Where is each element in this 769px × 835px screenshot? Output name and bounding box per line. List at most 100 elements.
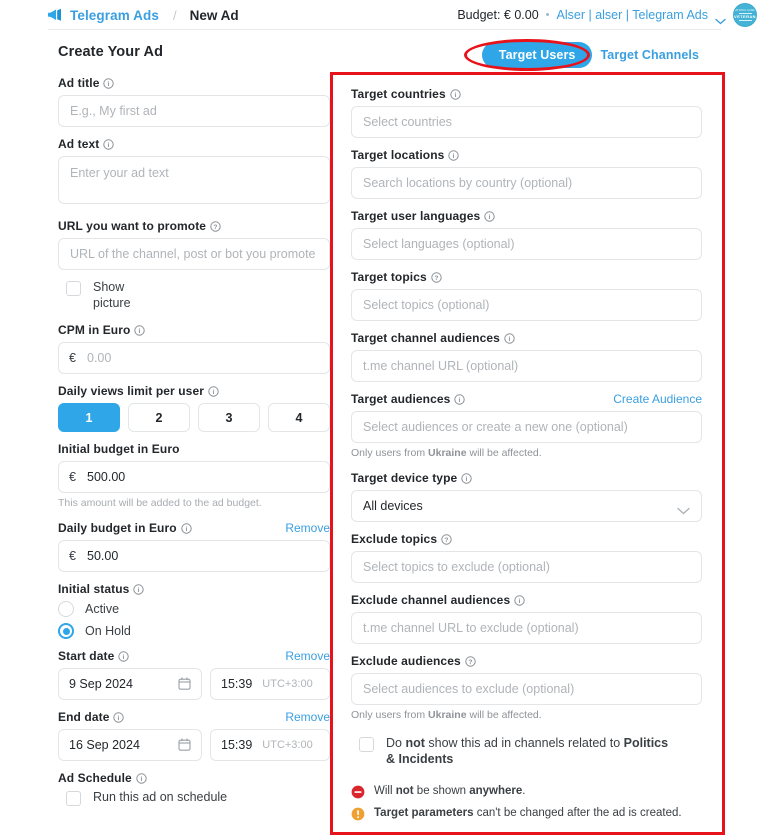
status-option-active[interactable]: Active bbox=[58, 600, 330, 617]
help-icon[interactable]: i bbox=[136, 773, 147, 784]
help-icon[interactable]: i bbox=[134, 325, 146, 336]
help-icon[interactable]: i bbox=[180, 523, 192, 534]
field-target-channel-audiences: Target channel audiences i bbox=[351, 331, 702, 382]
end-timezone-value: UTC+3:00 bbox=[262, 738, 313, 751]
radio-active-label: Active bbox=[85, 601, 120, 616]
svg-text:i: i bbox=[185, 526, 187, 533]
target-countries-input[interactable] bbox=[351, 106, 702, 138]
daily-views-segmented-control[interactable]: 1 2 3 4 bbox=[58, 403, 330, 433]
field-end-date: End date i Remove 16 Sep 2024 15:39 UTC+… bbox=[58, 710, 330, 761]
field-ad-schedule: Ad Schedule i Run this ad on schedule bbox=[58, 771, 330, 806]
notice0-bold2: anywhere bbox=[469, 784, 523, 797]
promote-url-label: URL you want to promote ? bbox=[58, 219, 221, 233]
help-icon[interactable]: i bbox=[504, 333, 515, 344]
help-icon[interactable]: ? bbox=[210, 221, 221, 232]
help-icon[interactable]: i bbox=[514, 594, 525, 606]
status-option-on-hold[interactable]: On Hold bbox=[58, 622, 330, 639]
ad-text-label-text: Ad text bbox=[58, 137, 100, 151]
target-device-type-select[interactable]: All devices bbox=[351, 489, 702, 522]
calendar-icon[interactable] bbox=[178, 677, 191, 691]
end-date-remove-link[interactable]: Remove bbox=[285, 710, 330, 724]
exclude-topics-input[interactable] bbox=[351, 550, 702, 583]
field-target-languages: Target user languages i bbox=[351, 209, 702, 260]
help-icon[interactable]: ? bbox=[441, 533, 452, 545]
help-icon[interactable]: i bbox=[484, 211, 495, 222]
help-icon[interactable]: i bbox=[118, 651, 130, 662]
help-icon[interactable]: i bbox=[461, 472, 472, 484]
target-audiences-input[interactable] bbox=[351, 411, 702, 443]
help-icon[interactable]: i bbox=[133, 584, 145, 595]
help-icon[interactable]: i bbox=[450, 89, 461, 100]
target-locations-label: Target locations i bbox=[351, 148, 460, 162]
tab-target-channels[interactable]: Target Channels bbox=[598, 42, 701, 68]
field-exclude-topics: Exclude topics ? bbox=[351, 532, 702, 583]
show-picture-label-line2: picture bbox=[93, 295, 131, 310]
target-channel-audiences-input[interactable] bbox=[351, 350, 702, 382]
help-icon[interactable]: i bbox=[113, 712, 125, 723]
help-icon[interactable]: i bbox=[454, 394, 466, 405]
chevron-down-icon[interactable] bbox=[677, 502, 690, 515]
politics-exclusion-checkbox[interactable] bbox=[359, 737, 374, 753]
show-picture-checkbox[interactable] bbox=[66, 281, 81, 296]
daily-budget-remove-link[interactable]: Remove bbox=[285, 521, 330, 535]
daily-views-option-4[interactable]: 4 bbox=[268, 403, 330, 433]
target-topics-input[interactable] bbox=[351, 289, 702, 321]
chevron-down-icon[interactable] bbox=[715, 12, 726, 24]
daily-views-option-1[interactable]: 1 bbox=[58, 403, 120, 433]
target-languages-input[interactable] bbox=[351, 228, 702, 260]
page-content: Create Your Ad Ad title i Ad text i bbox=[0, 30, 769, 835]
daily-views-option-3[interactable]: 3 bbox=[198, 403, 260, 433]
end-time-picker[interactable]: 15:39 UTC+3:00 bbox=[210, 728, 330, 761]
exclude-audiences-input[interactable] bbox=[351, 672, 702, 705]
help-icon[interactable]: i bbox=[103, 139, 115, 150]
target-languages-label-text: Target user languages bbox=[351, 209, 481, 223]
calendar-icon[interactable] bbox=[178, 738, 191, 752]
dot-separator: • bbox=[545, 9, 550, 21]
end-date-picker[interactable]: 16 Sep 2024 bbox=[58, 728, 202, 761]
initial-budget-input[interactable] bbox=[58, 461, 330, 494]
svg-text:i: i bbox=[508, 336, 510, 343]
exclude-channel-audiences-label-text: Exclude channel audiences bbox=[351, 592, 511, 607]
account-menu-link[interactable]: Alser | alser | Telegram Ads bbox=[557, 8, 708, 22]
start-date-picker[interactable]: 9 Sep 2024 bbox=[58, 667, 202, 700]
start-date-remove-link[interactable]: Remove bbox=[285, 649, 330, 663]
radio-active[interactable] bbox=[58, 600, 74, 617]
help-icon[interactable]: ? bbox=[465, 655, 476, 667]
avatar-main-text: VETERAN bbox=[734, 14, 756, 19]
avatar[interactable]: NATIONAL GUARD VETERAN bbox=[733, 3, 757, 27]
create-audience-link[interactable]: Create Audience bbox=[613, 392, 702, 406]
initial-budget-label: Initial budget in Euro bbox=[58, 442, 180, 457]
help-icon[interactable]: i bbox=[103, 78, 115, 89]
end-date-value: 16 Sep 2024 bbox=[69, 737, 140, 752]
radio-on-hold[interactable] bbox=[58, 622, 74, 639]
notice0-post2: . bbox=[522, 784, 526, 797]
target-channel-audiences-label: Target channel audiences i bbox=[351, 331, 515, 345]
show-picture-label-line1: Show bbox=[93, 280, 125, 294]
promote-url-input[interactable] bbox=[58, 238, 330, 270]
svg-text:?: ? bbox=[434, 275, 438, 282]
field-ad-text: Ad text i bbox=[58, 137, 330, 209]
show-picture-row[interactable]: Show picture bbox=[66, 280, 330, 311]
ad-schedule-checkbox[interactable] bbox=[66, 790, 81, 806]
svg-text:i: i bbox=[139, 328, 141, 335]
ad-text-input[interactable] bbox=[58, 156, 330, 204]
target-languages-label: Target user languages i bbox=[351, 209, 495, 223]
ad-schedule-row[interactable]: Run this ad on schedule bbox=[66, 790, 330, 806]
cpm-input[interactable] bbox=[58, 342, 330, 375]
start-time-picker[interactable]: 15:39 UTC+3:00 bbox=[210, 667, 330, 700]
tab-target-users[interactable]: Target Users bbox=[481, 42, 593, 68]
brand-link[interactable]: Telegram Ads bbox=[70, 8, 159, 23]
svg-text:?: ? bbox=[214, 224, 218, 231]
help-icon[interactable]: i bbox=[208, 386, 219, 397]
cpm-label-text: CPM in Euro bbox=[58, 323, 131, 338]
politics-exclusion-row[interactable]: Do not show this ad in channels related … bbox=[359, 736, 702, 767]
daily-views-option-2[interactable]: 2 bbox=[128, 403, 190, 433]
notice1-post: can't be changed after the ad is created… bbox=[473, 806, 682, 819]
exclude-channel-audiences-input[interactable] bbox=[351, 611, 702, 644]
help-icon[interactable]: ? bbox=[431, 272, 442, 283]
help-icon[interactable]: i bbox=[448, 150, 460, 161]
target-locations-input[interactable] bbox=[351, 167, 702, 199]
warning-circle-icon bbox=[351, 807, 365, 821]
ad-title-input[interactable] bbox=[58, 95, 330, 127]
daily-budget-input[interactable] bbox=[58, 539, 330, 572]
